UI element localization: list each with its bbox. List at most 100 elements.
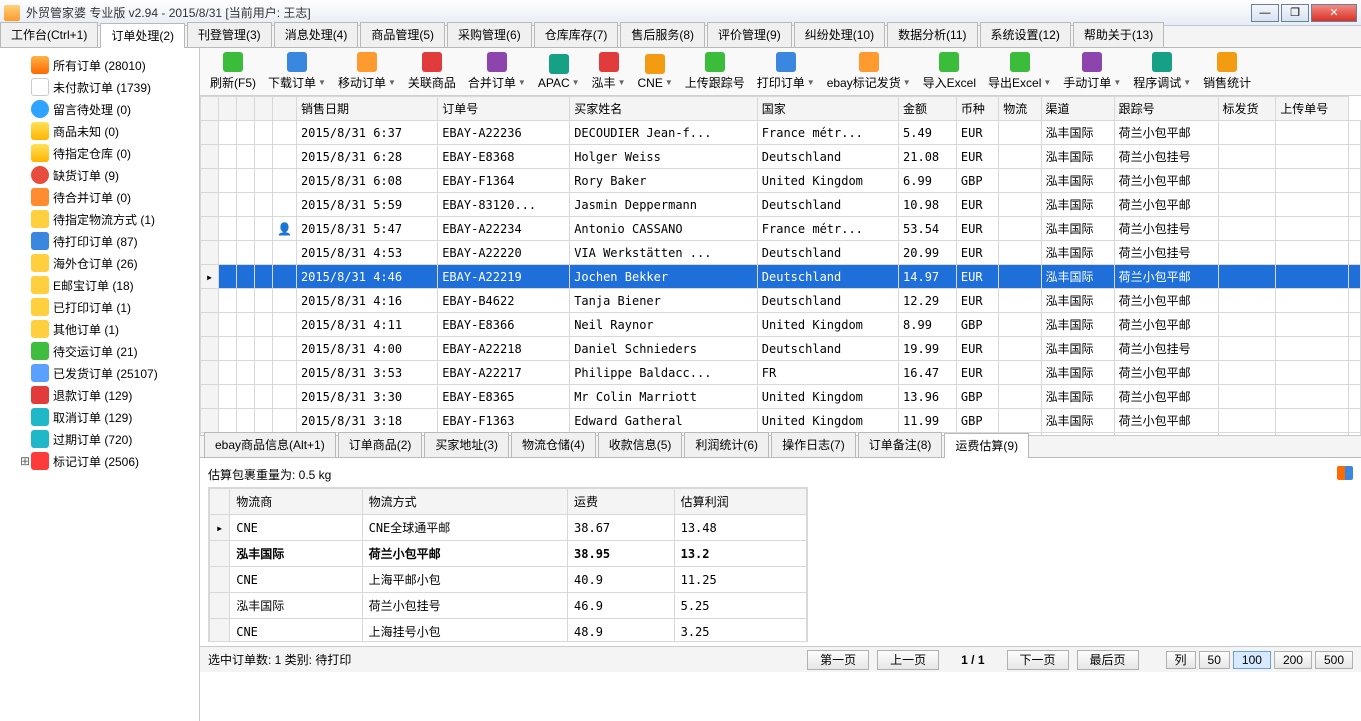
top-tab[interactable]: 订单处理(2) [100, 23, 185, 48]
col-header[interactable]: 物流 [999, 97, 1041, 121]
toolbar-button[interactable]: 刷新(F5) [204, 50, 262, 93]
freight-grid[interactable]: 物流商物流方式运费估算利润▸CNECNE全球通平邮38.6713.48泓丰国际荷… [209, 488, 807, 642]
col-header[interactable]: 物流商 [230, 489, 362, 515]
tree-node[interactable]: 商品未知 (0) [2, 120, 197, 142]
col-header[interactable]: 金额 [899, 97, 957, 121]
tree-node[interactable]: 留言待处理 (0) [2, 98, 197, 120]
toolbar-button[interactable]: 移动订单▼ [332, 50, 402, 93]
top-tab[interactable]: 评价管理(9) [707, 22, 792, 47]
tree-node[interactable]: 取消订单 (129) [2, 406, 197, 428]
toolbar-button[interactable]: CNE▼ [631, 52, 678, 92]
table-row[interactable]: 2015/8/31 6:37EBAY-A22236DECOUDIER Jean-… [201, 121, 1361, 145]
detail-tab[interactable]: 订单备注(8) [858, 432, 943, 457]
toolbar-button[interactable]: 合并订单▼ [462, 50, 532, 93]
maximize-button[interactable]: ❐ [1281, 4, 1309, 22]
tree-node[interactable]: 已打印订单 (1) [2, 296, 197, 318]
col-header[interactable]: 销售日期 [296, 97, 437, 121]
toolbar-button[interactable]: 打印订单▼ [751, 50, 821, 93]
tree-node[interactable]: 过期订单 (720) [2, 428, 197, 450]
top-tab[interactable]: 数据分析(11) [887, 22, 977, 47]
table-row[interactable]: 2015/8/31 4:53EBAY-A22220VIA Werkstätten… [201, 241, 1361, 265]
tree-node[interactable]: 海外仓订单 (26) [2, 252, 197, 274]
table-row[interactable]: 2015/8/31 6:08EBAY-F1364Rory BakerUnited… [201, 169, 1361, 193]
tree-node[interactable]: 待打印订单 (87) [2, 230, 197, 252]
table-row[interactable]: CNE上海挂号小包48.93.25 [210, 619, 807, 643]
table-row[interactable]: 2015/8/31 6:28EBAY-E8368Holger WeissDeut… [201, 145, 1361, 169]
detail-tab[interactable]: 收款信息(5) [598, 432, 683, 457]
tree-node[interactable]: 缺货订单 (9) [2, 164, 197, 186]
page-prev[interactable]: 上一页 [877, 650, 939, 670]
top-tab[interactable]: 工作台(Ctrl+1) [0, 22, 98, 47]
detail-tab[interactable]: 运费估算(9) [944, 433, 1029, 458]
table-row[interactable]: 泓丰国际荷兰小包平邮38.9513.2 [210, 541, 807, 567]
col-header[interactable]: 币种 [956, 97, 998, 121]
table-row[interactable]: ▸CNECNE全球通平邮38.6713.48 [210, 515, 807, 541]
page-first[interactable]: 第一页 [807, 650, 869, 670]
tree-node[interactable]: 待指定物流方式 (1) [2, 208, 197, 230]
close-button[interactable]: ✕ [1311, 4, 1357, 22]
table-row[interactable]: 2015/8/31 3:18EBAY-F1363Edward GatheralU… [201, 409, 1361, 433]
col-header[interactable]: 国家 [757, 97, 898, 121]
col-header[interactable]: 渠道 [1041, 97, 1114, 121]
table-row[interactable]: 2015/8/31 3:30EBAY-E8365Mr Colin Marriot… [201, 385, 1361, 409]
table-row[interactable]: 2015/8/31 5:59EBAY-83120...Jasmin Depper… [201, 193, 1361, 217]
top-tab[interactable]: 消息处理(4) [274, 22, 359, 47]
minimize-button[interactable]: — [1251, 4, 1279, 22]
page-size[interactable]: 100 [1233, 651, 1271, 669]
tree-node[interactable]: ⊞标记订单 (2506) [2, 450, 197, 472]
toolbar-button[interactable]: 导入Excel [917, 50, 982, 93]
tree-node[interactable]: 已发货订单 (25107) [2, 362, 197, 384]
top-tab[interactable]: 售后服务(8) [620, 22, 705, 47]
tree-node[interactable]: E邮宝订单 (18) [2, 274, 197, 296]
toolbar-button[interactable]: 导出Excel▼ [982, 50, 1057, 93]
toolbar-button[interactable]: APAC▼ [532, 52, 586, 92]
detail-tab[interactable]: 买家地址(3) [424, 432, 509, 457]
col-header[interactable]: 上传单号 [1276, 97, 1349, 121]
toolbar-button[interactable]: ebay标记发货▼ [821, 50, 917, 93]
page-next[interactable]: 下一页 [1007, 650, 1069, 670]
table-row[interactable]: CNE上海平邮小包40.911.25 [210, 567, 807, 593]
tree-node[interactable]: 待合并订单 (0) [2, 186, 197, 208]
detail-tab[interactable]: 操作日志(7) [771, 432, 856, 457]
detail-tab[interactable]: 物流仓储(4) [511, 432, 596, 457]
col-header[interactable]: 标发货 [1218, 97, 1276, 121]
list-button[interactable]: 列 [1166, 651, 1196, 669]
top-tab[interactable]: 系统设置(12) [980, 22, 1071, 47]
page-size[interactable]: 50 [1199, 651, 1230, 669]
detail-tab[interactable]: 订单商品(2) [338, 432, 423, 457]
col-header[interactable]: 估算利润 [674, 489, 806, 515]
top-tab[interactable]: 仓库库存(7) [534, 22, 619, 47]
toolbar-button[interactable]: 下载订单▼ [262, 50, 332, 93]
table-row[interactable]: 2015/8/31 4:11EBAY-E8366Neil RaynorUnite… [201, 313, 1361, 337]
table-row[interactable]: 👤2015/8/31 5:47EBAY-A22234Antonio CASSAN… [201, 217, 1361, 241]
top-tab[interactable]: 采购管理(6) [447, 22, 532, 47]
toolbar-button[interactable]: 销售统计 [1197, 50, 1257, 93]
col-header[interactable]: 运费 [568, 489, 675, 515]
tree-node[interactable]: 未付款订单 (1739) [2, 76, 197, 98]
table-row[interactable]: 泓丰国际荷兰小包挂号46.95.25 [210, 593, 807, 619]
tree-node[interactable]: 所有订单 (28010) [2, 54, 197, 76]
col-header[interactable]: 跟踪号 [1114, 97, 1218, 121]
table-row[interactable]: 2015/8/31 3:53EBAY-A22217Philippe Baldac… [201, 361, 1361, 385]
detail-tab[interactable]: ebay商品信息(Alt+1) [204, 432, 336, 457]
toolbar-button[interactable]: 上传跟踪号 [679, 50, 751, 93]
toolbar-button[interactable]: 关联商品 [402, 50, 462, 93]
col-header[interactable]: 订单号 [438, 97, 570, 121]
page-last[interactable]: 最后页 [1077, 650, 1139, 670]
page-size[interactable]: 500 [1315, 651, 1353, 669]
toolbar-button[interactable]: 手动订单▼ [1057, 50, 1127, 93]
top-tab[interactable]: 纠纷处理(10) [794, 22, 885, 47]
detail-tab[interactable]: 利润统计(6) [684, 432, 769, 457]
table-row[interactable]: ▸2015/8/31 4:46EBAY-A22219Jochen BekkerD… [201, 265, 1361, 289]
tree-node[interactable]: 退款订单 (129) [2, 384, 197, 406]
book-icon[interactable] [1337, 466, 1353, 480]
page-size[interactable]: 200 [1274, 651, 1312, 669]
top-tab[interactable]: 刊登管理(3) [187, 22, 272, 47]
tree-node[interactable]: 其他订单 (1) [2, 318, 197, 340]
tree-node[interactable]: 待交运订单 (21) [2, 340, 197, 362]
table-row[interactable]: 2015/8/31 4:00EBAY-A22218Daniel Schniede… [201, 337, 1361, 361]
top-tab[interactable]: 商品管理(5) [360, 22, 445, 47]
orders-grid[interactable]: 销售日期订单号买家姓名国家金额币种物流渠道跟踪号标发货上传单号2015/8/31… [200, 96, 1361, 436]
top-tab[interactable]: 帮助关于(13) [1073, 22, 1164, 47]
toolbar-button[interactable]: 泓丰▼ [586, 50, 632, 93]
